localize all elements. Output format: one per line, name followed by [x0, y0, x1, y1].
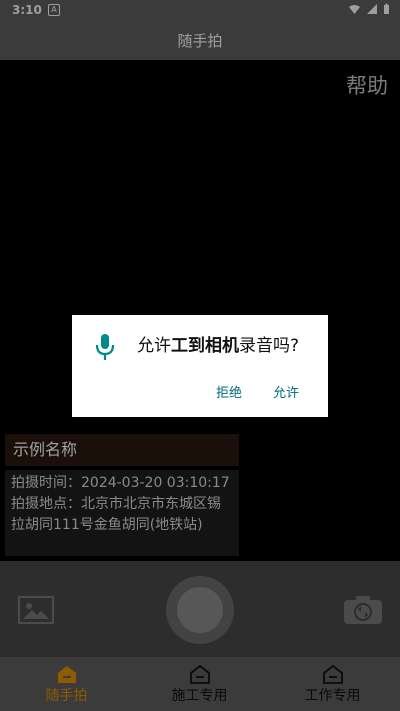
- permission-dialog: 允许工到相机录音吗? 拒绝 允许: [72, 315, 328, 417]
- dialog-app-name: 工到相机: [171, 336, 239, 356]
- microphone-icon: [95, 334, 115, 360]
- dialog-title-suffix: 录音吗?: [239, 336, 300, 356]
- deny-button[interactable]: 拒绝: [216, 382, 242, 401]
- dialog-title-prefix: 允许: [137, 336, 171, 356]
- dialog-title: 允许工到相机录音吗?: [137, 331, 299, 356]
- allow-button[interactable]: 允许: [273, 382, 299, 401]
